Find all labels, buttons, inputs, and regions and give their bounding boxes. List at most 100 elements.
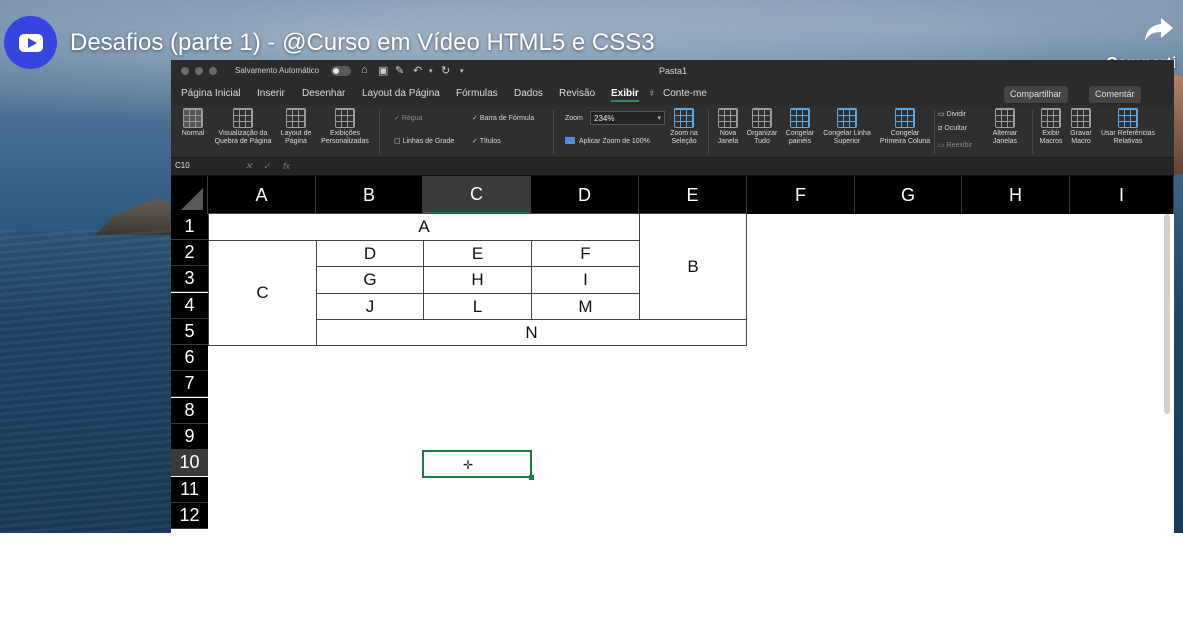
- select-all-button[interactable]: [171, 176, 208, 214]
- normal-view-button[interactable]: Normal: [177, 108, 209, 138]
- customize-toolbar-icon[interactable]: ▾: [460, 67, 464, 75]
- autosave-toggle[interactable]: [331, 66, 351, 76]
- row-header[interactable]: 7: [171, 371, 208, 397]
- zoom-select[interactable]: 234% ▾: [590, 111, 665, 125]
- cell-c4[interactable]: L: [423, 293, 532, 320]
- worksheet-grid[interactable]: A B C D E F G H I 1 2 3 4 5 6 7 8 9 10 1…: [171, 176, 1174, 533]
- name-box[interactable]: C10: [175, 161, 230, 173]
- gridlines-checkbox[interactable]: ▢ Linhas de Grade: [394, 137, 454, 145]
- freeze-first-column-button[interactable]: Congelar Primeira Coluna: [877, 108, 933, 146]
- column-header[interactable]: E: [639, 176, 747, 214]
- row-header[interactable]: 12: [171, 503, 208, 529]
- relative-references-button[interactable]: Usar Referências Relativas: [1097, 108, 1159, 146]
- active-cell-c10[interactable]: [422, 450, 534, 480]
- page-layout-view-button[interactable]: Layout de Página: [279, 108, 313, 146]
- ruler-checkbox[interactable]: ✓ Régua: [394, 114, 422, 122]
- row-header[interactable]: 5: [171, 319, 208, 345]
- share-button[interactable]: Compartilhar: [1004, 86, 1068, 103]
- undo-icon[interactable]: ↶: [413, 64, 422, 77]
- row-header[interactable]: 4: [171, 293, 208, 319]
- row-header[interactable]: 11: [171, 477, 208, 503]
- row-header[interactable]: 8: [171, 398, 208, 424]
- tab-view[interactable]: Exibir: [611, 88, 639, 102]
- row-header[interactable]: 10: [171, 450, 208, 476]
- arrange-all-button[interactable]: Organizar Tudo: [745, 108, 779, 146]
- close-window-button[interactable]: [181, 67, 189, 75]
- zoom-selection-icon: [674, 108, 694, 128]
- comments-button[interactable]: Comentár: [1089, 86, 1141, 103]
- tab-home[interactable]: Página Inicial: [181, 88, 240, 99]
- tab-page-layout[interactable]: Layout da Página: [362, 88, 440, 99]
- cell-c3[interactable]: H: [423, 266, 532, 294]
- minimize-window-button[interactable]: [195, 67, 203, 75]
- split-button[interactable]: ▭ Dividir: [938, 110, 966, 118]
- formula-bar-checkbox[interactable]: ✓ Barra de Fórmula: [472, 114, 534, 122]
- column-header[interactable]: G: [855, 176, 962, 214]
- zoom-window-button[interactable]: [209, 67, 217, 75]
- cell-d4[interactable]: M: [531, 293, 640, 320]
- switch-windows-button[interactable]: Alternar Janelas: [986, 108, 1024, 146]
- cell-e1[interactable]: B: [639, 213, 747, 320]
- vertical-scrollbar[interactable]: [1164, 214, 1170, 414]
- row-header[interactable]: 2: [171, 240, 208, 266]
- row-header[interactable]: 1: [171, 214, 208, 240]
- tab-data[interactable]: Dados: [514, 88, 543, 99]
- row-header[interactable]: 3: [171, 266, 208, 292]
- custom-views-button[interactable]: Exibições Personalizadas: [317, 108, 373, 146]
- cell-b5[interactable]: N: [316, 319, 747, 346]
- record-macro-button[interactable]: Gravar Macro: [1067, 108, 1095, 146]
- row-header[interactable]: 6: [171, 345, 208, 371]
- cancel-icon[interactable]: ✕: [245, 161, 253, 172]
- cursor-crosshair-icon: ✛: [463, 458, 474, 472]
- share-icon[interactable]: [1143, 15, 1175, 43]
- column-header[interactable]: F: [747, 176, 855, 214]
- cell-a1[interactable]: A: [208, 213, 640, 241]
- cell-d3[interactable]: I: [531, 266, 640, 294]
- confirm-icon[interactable]: ✓: [263, 161, 271, 172]
- freeze-top-row-label: Congelar Linha Superior: [823, 130, 871, 145]
- column-header[interactable]: H: [962, 176, 1070, 214]
- cell-b3[interactable]: G: [316, 266, 424, 294]
- formula-input[interactable]: [301, 160, 1161, 174]
- cell-b4[interactable]: J: [316, 293, 424, 320]
- headings-checkbox[interactable]: ✓ Títulos: [472, 137, 501, 145]
- save-icon[interactable]: ▣: [378, 64, 388, 77]
- switch-windows-icon: [995, 108, 1015, 128]
- cell-d2[interactable]: F: [531, 240, 640, 267]
- normal-view-label: Normal: [181, 130, 205, 137]
- tab-review[interactable]: Revisão: [559, 88, 595, 99]
- cell-b2[interactable]: D: [316, 240, 424, 267]
- view-macros-button[interactable]: Exibir Macros: [1036, 108, 1066, 146]
- tab-draw[interactable]: Desenhar: [302, 88, 345, 99]
- column-header[interactable]: B: [316, 176, 423, 214]
- cell-a2[interactable]: C: [208, 240, 317, 346]
- tab-insert[interactable]: Inserir: [257, 88, 285, 99]
- record-macro-icon: [1071, 108, 1091, 128]
- tab-formulas[interactable]: Fórmulas: [456, 88, 498, 99]
- page-break-view-button[interactable]: Visualização da Quebra de Página: [211, 108, 275, 146]
- split-label: Dividir: [946, 111, 967, 118]
- channel-logo-icon[interactable]: [4, 16, 57, 69]
- new-window-button[interactable]: Nova Janela: [713, 108, 743, 146]
- video-title[interactable]: Desafios (parte 1) - @Curso em Vídeo HTM…: [70, 29, 655, 57]
- column-header[interactable]: A: [208, 176, 316, 214]
- home-icon[interactable]: ⌂: [361, 64, 368, 76]
- column-header[interactable]: I: [1070, 176, 1174, 214]
- insert-function-icon[interactable]: fx: [283, 161, 290, 171]
- freeze-top-row-button[interactable]: Congelar Linha Superior: [820, 108, 874, 146]
- freeze-first-column-label: Congelar Primeira Coluna: [879, 130, 931, 145]
- zoom-100-button[interactable]: Aplicar Zoom de 100%: [565, 137, 650, 145]
- freeze-panes-button[interactable]: Congelar painéis: [783, 108, 817, 146]
- edit-icon[interactable]: ✎: [395, 64, 404, 77]
- cell-c2[interactable]: E: [423, 240, 532, 267]
- ribbon-separator: [553, 110, 554, 154]
- hide-button[interactable]: ⧄ Ocultar: [938, 125, 967, 133]
- redo-icon[interactable]: ↻: [441, 64, 450, 77]
- column-header[interactable]: D: [531, 176, 639, 214]
- unhide-button[interactable]: ▭ Reexibir: [938, 141, 972, 149]
- row-header[interactable]: 9: [171, 424, 208, 450]
- column-header[interactable]: C: [423, 176, 531, 214]
- tell-me-search[interactable]: Conte-me: [663, 88, 707, 99]
- undo-dropdown-icon[interactable]: ▾: [429, 67, 433, 75]
- zoom-selection-button[interactable]: Zoom na Seleção: [665, 108, 703, 146]
